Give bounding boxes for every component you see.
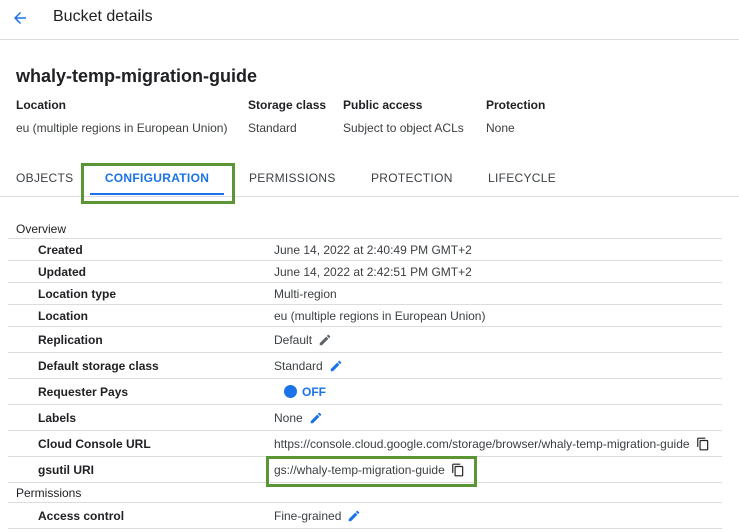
summary-label: Protection	[486, 98, 546, 112]
back-button[interactable]	[8, 6, 32, 30]
row-key: gsutil URI	[38, 463, 94, 477]
replication-value: Default	[274, 332, 313, 347]
table-row: Default storage class Standard	[8, 353, 722, 379]
default-storage-class-value: Standard	[274, 358, 323, 373]
toggle-label: OFF	[302, 384, 326, 399]
summary-value: None	[486, 121, 515, 135]
section-permissions: Permissions	[8, 483, 722, 503]
row-value: None	[274, 405, 323, 430]
edit-labels-button[interactable]	[309, 411, 323, 425]
pencil-icon	[349, 510, 360, 521]
page-title: Bucket details	[53, 8, 153, 25]
pencil-icon	[319, 334, 331, 345]
tab-configuration[interactable]: CONFIGURATION	[90, 162, 224, 197]
table-row: Created June 14, 2022 at 2:40:49 PM GMT+…	[8, 239, 722, 261]
bucket-name: whaly-temp-migration-guide	[16, 66, 258, 86]
toggle-knob	[284, 385, 297, 398]
configuration-table: Overview Created June 14, 2022 at 2:40:4…	[8, 219, 722, 529]
summary-label: Location	[16, 98, 66, 112]
location-value: eu (multiple regions in European Union)	[274, 308, 486, 323]
access-control-value: Fine-grained	[274, 508, 342, 523]
table-row: Location type Multi-region	[8, 283, 722, 305]
summary-value: Standard	[248, 121, 297, 135]
row-key: Created	[38, 243, 83, 257]
table-row: Location eu (multiple regions in Europea…	[8, 305, 722, 327]
edit-replication-button[interactable]	[318, 333, 332, 347]
summary-storage-class: Storage class Standard	[248, 98, 326, 135]
row-key: Location	[38, 309, 88, 323]
tab-objects[interactable]: OBJECTS	[16, 162, 73, 197]
row-value: Standard	[274, 353, 343, 378]
created-value: June 14, 2022 at 2:40:49 PM GMT+2	[274, 242, 472, 257]
summary-public-access: Public access Subject to object ACLs	[343, 98, 464, 135]
table-row: Cloud Console URL https://console.cloud.…	[8, 431, 722, 457]
row-value: Default	[274, 327, 332, 352]
row-key: Default storage class	[38, 359, 159, 373]
table-row: Access control Fine-grained	[8, 503, 722, 529]
edit-storage-class-button[interactable]	[329, 359, 343, 373]
row-value: OFF	[274, 379, 326, 404]
cloud-console-url-value[interactable]: https://console.cloud.google.com/storage…	[274, 431, 690, 457]
row-key: Requester Pays	[38, 385, 129, 399]
table-row: Replication Default	[8, 327, 722, 353]
table-row: gsutil URI gs://whaly-temp-migration-gui…	[8, 457, 722, 483]
top-bar: Bucket details	[0, 0, 739, 40]
updated-value: June 14, 2022 at 2:42:51 PM GMT+2	[274, 264, 472, 279]
row-key: Replication	[38, 333, 103, 347]
tab-permissions[interactable]: PERMISSIONS	[249, 162, 336, 197]
row-value: June 14, 2022 at 2:40:49 PM GMT+2	[274, 239, 472, 260]
location-type-value: Multi-region	[274, 286, 337, 301]
row-key: Cloud Console URL	[38, 437, 151, 451]
copy-icon	[451, 463, 463, 476]
tab-protection[interactable]: PROTECTION	[371, 162, 453, 197]
summary-location: Location eu (multiple regions in Europea…	[16, 98, 227, 135]
summary-value: eu (multiple regions in European Union)	[16, 121, 228, 135]
summary-protection: Protection None	[486, 98, 545, 135]
table-row: Updated June 14, 2022 at 2:42:51 PM GMT+…	[8, 261, 722, 283]
pencil-icon	[330, 360, 341, 371]
summary-label: Storage class	[248, 98, 327, 112]
active-tab-indicator	[90, 193, 224, 195]
tab-bar: OBJECTS CONFIGURATION PERMISSIONS PROTEC…	[0, 162, 739, 197]
row-key: Labels	[38, 411, 77, 425]
copy-gsutil-uri-button[interactable]	[451, 463, 465, 477]
gsutil-uri-value: gs://whaly-temp-migration-guide	[274, 462, 445, 477]
table-row: Labels None	[8, 405, 722, 431]
edit-access-control-button[interactable]	[347, 509, 361, 523]
copy-url-button[interactable]	[696, 437, 710, 451]
row-value: Multi-region	[274, 283, 337, 304]
arrow-back-icon	[14, 12, 26, 24]
row-value: Fine-grained	[274, 503, 361, 528]
pencil-icon	[310, 412, 321, 423]
tab-lifecycle[interactable]: LIFECYCLE	[488, 162, 556, 197]
summary-value: Subject to object ACLs	[343, 121, 464, 135]
copy-icon	[696, 437, 708, 450]
summary-label: Public access	[343, 98, 423, 112]
row-value: gs://whaly-temp-migration-guide	[274, 457, 465, 482]
row-key: Access control	[38, 509, 125, 523]
row-value: eu (multiple regions in European Union)	[274, 305, 485, 326]
row-value: June 14, 2022 at 2:42:51 PM GMT+2	[274, 261, 472, 282]
row-key: Updated	[38, 265, 86, 279]
table-row: Requester Pays OFF	[8, 379, 722, 405]
row-value: https://console.cloud.google.com/storage…	[274, 431, 710, 456]
labels-value: None	[274, 410, 303, 425]
row-key: Location type	[38, 287, 117, 301]
section-overview: Overview	[8, 219, 722, 239]
requester-pays-toggle[interactable]: OFF	[284, 379, 326, 405]
